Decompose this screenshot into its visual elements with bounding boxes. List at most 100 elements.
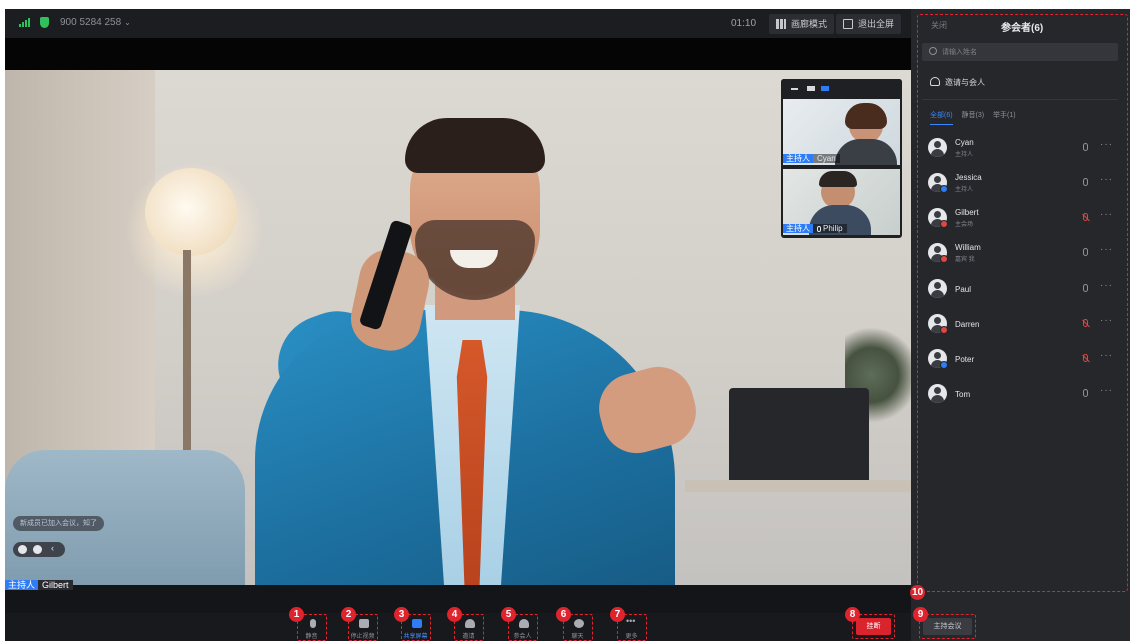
microphone-icon[interactable]	[1083, 389, 1088, 397]
participant-role: 主会场	[955, 222, 974, 228]
meeting-id[interactable]: 900 5284 258 ⌄	[60, 17, 131, 28]
exit-fullscreen-button[interactable]: 退出全屏	[836, 14, 902, 34]
letterbox-band	[5, 38, 911, 70]
participant-row[interactable]: Paul ···	[928, 275, 1118, 303]
mic-muted-icon[interactable]	[1083, 213, 1088, 221]
invite-icon	[465, 619, 475, 628]
participant-row[interactable]: Gilbert 主会场 ···	[928, 204, 1118, 232]
participant-name: Jessica	[955, 173, 982, 182]
participant-search[interactable]	[922, 43, 1118, 61]
gallery-mode-button[interactable]: 画廊模式	[769, 14, 835, 34]
picture-in-picture[interactable]: 主持人 Cyan 主持人 Philip	[781, 79, 902, 238]
participant-row[interactable]: Tom ···	[928, 380, 1118, 408]
speaker-name-tag: 主持人 Gilbert	[5, 577, 73, 593]
minimize-icon[interactable]	[791, 88, 798, 90]
more-options-icon[interactable]: ···	[1100, 244, 1113, 255]
callout-badge: 4	[447, 607, 462, 622]
participant-name: Tom	[955, 390, 971, 399]
participant-row[interactable]: William 嘉宾 我 ···	[928, 239, 1118, 267]
panel-title: 参会者(6)	[1001, 23, 1044, 34]
close-panel-button[interactable]: 关闭	[931, 20, 947, 31]
participant-row[interactable]: Darren ···	[928, 310, 1118, 338]
host-meeting-button[interactable]: 主持会议	[919, 614, 976, 639]
participant-row[interactable]: Cyan 主持人 ···	[928, 134, 1118, 162]
participant-name: Poter	[955, 355, 975, 364]
microphone-icon	[817, 226, 821, 232]
callout-badge: 1	[289, 607, 304, 622]
callout-badge: 8	[845, 607, 860, 622]
microphone-icon	[310, 619, 316, 628]
callout-badge: 5	[501, 607, 516, 622]
callout-badge: 7	[610, 607, 625, 622]
more-options-icon[interactable]: ···	[1100, 350, 1113, 361]
speaker-video-figure	[255, 100, 725, 585]
pip-name-tag: 主持人 Philip	[783, 223, 847, 235]
pip-controls	[781, 79, 902, 99]
participant-tabs: 全部(6) 静音(3) 举手(1)	[930, 110, 1023, 125]
more-options-icon[interactable]: ···	[1100, 280, 1113, 291]
signal-strength-icon	[19, 18, 31, 27]
tab-hand-raised[interactable]: 举手(1)	[993, 110, 1016, 120]
mini-controls[interactable]: ‹	[13, 542, 65, 557]
chat-notice[interactable]: 新成员已加入会议，知了	[13, 516, 104, 531]
mic-muted-icon[interactable]	[1083, 354, 1088, 362]
participant-role: 主持人	[955, 152, 974, 158]
more-options-icon[interactable]: ···	[1100, 174, 1113, 185]
mic-muted-icon[interactable]	[1083, 319, 1088, 327]
collapse-arrow-icon[interactable]: ‹	[51, 543, 54, 553]
share-screen-icon	[412, 619, 422, 628]
pip-tile[interactable]: 主持人 Philip	[783, 169, 900, 235]
microphone-icon[interactable]	[1083, 143, 1088, 151]
participant-name: Paul	[955, 285, 972, 294]
participant-row[interactable]: Poter ···	[928, 345, 1118, 373]
participant-name: Darren	[955, 320, 980, 329]
more-options-icon[interactable]: ···	[1100, 209, 1113, 220]
search-icon	[929, 47, 937, 55]
more-options-icon[interactable]: ···	[1100, 139, 1113, 150]
avatar	[928, 138, 947, 157]
participants-panel: 关闭 参会者(6) 邀请与会人 全部(6) 静音(3) 举手(1) Cyan 主持…	[911, 9, 1130, 641]
divider	[922, 99, 1118, 100]
camera-icon	[359, 619, 369, 628]
meeting-timer: 01:10	[731, 18, 757, 29]
single-view-icon[interactable]	[807, 86, 815, 91]
more-options-icon[interactable]: ···	[1100, 385, 1113, 396]
video-stage: 900 5284 258 ⌄ 01:10 画廊模式 退出全屏 新成员已加入会议，…	[5, 9, 911, 641]
chat-icon	[574, 619, 584, 628]
avatar	[928, 279, 947, 298]
invite-participants-button[interactable]: 邀请与会人	[930, 77, 985, 88]
microphone-icon[interactable]	[1083, 178, 1088, 186]
status-dot	[940, 326, 948, 334]
add-user-icon	[930, 77, 940, 86]
callout-badge: 10	[910, 585, 925, 600]
list-view-icon[interactable]	[821, 86, 829, 91]
more-icon: •••	[626, 616, 636, 626]
participant-name: Gilbert	[955, 208, 979, 217]
pip-name-tag: 主持人 Cyan	[783, 153, 840, 165]
meeting-app: 900 5284 258 ⌄ 01:10 画廊模式 退出全屏 新成员已加入会议，…	[0, 0, 1130, 641]
participant-row[interactable]: Jessica 主持人 ···	[928, 169, 1118, 197]
tab-all[interactable]: 全部(6)	[930, 110, 953, 125]
status-dot	[940, 361, 948, 369]
callout-badge: 9	[913, 607, 928, 622]
lamp-graphic	[145, 168, 237, 256]
pip-tile[interactable]: 主持人 Cyan	[783, 99, 900, 165]
emoji-icon[interactable]	[18, 545, 27, 554]
microphone-icon[interactable]	[1083, 248, 1088, 256]
participant-role: 主持人	[955, 187, 974, 193]
callout-badge: 3	[394, 607, 409, 622]
chat-bubble-icon[interactable]	[33, 545, 42, 554]
tab-muted[interactable]: 静音(3)	[962, 110, 985, 120]
status-dot	[940, 185, 948, 193]
search-input[interactable]	[942, 45, 1112, 59]
chevron-down-icon: ⌄	[124, 18, 131, 27]
callout-badge: 2	[341, 607, 356, 622]
more-options-icon[interactable]: ···	[1100, 315, 1113, 326]
microphone-icon[interactable]	[1083, 284, 1088, 292]
main-video	[5, 70, 911, 585]
shield-icon	[40, 17, 49, 28]
participant-name: Cyan	[955, 138, 974, 147]
status-dot	[940, 220, 948, 228]
callout-badge: 6	[556, 607, 571, 622]
grid-icon	[776, 19, 786, 29]
